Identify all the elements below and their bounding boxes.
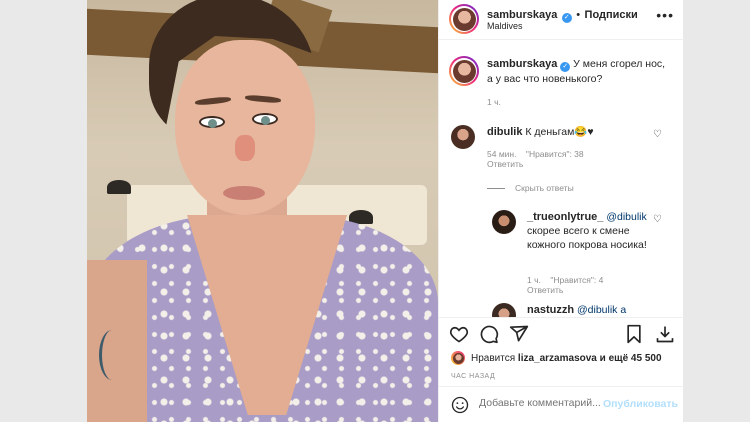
likes-line: Нравится liza_arzamasova и ещё 45 500 — [471, 353, 662, 364]
download-icon[interactable] — [655, 324, 675, 344]
reply-reply-button[interactable]: Ответить — [527, 285, 563, 295]
comment-likes[interactable]: "Нравится": 38 — [526, 149, 584, 159]
hide-replies-label: Скрыть ответы — [515, 183, 574, 193]
hide-replies-button[interactable]: Скрыть ответы — [487, 183, 574, 193]
photo-nose — [235, 135, 255, 161]
bookmark-icon[interactable] — [625, 324, 643, 344]
liker-username[interactable]: liza_arzamasova — [518, 353, 597, 364]
reply: _trueonlytrue_ @dibulik скорее всего к с… — [527, 210, 652, 252]
comment-time[interactable]: 54 мин. — [487, 149, 516, 159]
photo-lamp-left — [107, 180, 131, 194]
verified-icon: ✓ — [560, 62, 571, 72]
reply-avatar[interactable] — [492, 303, 516, 317]
post-header: samburskaya ✓ • Подписки Maldives ••• — [439, 0, 684, 40]
reply-username[interactable]: nastuzzh — [527, 304, 574, 316]
reply-text: скорее всего к смене кожного покрова нос… — [527, 225, 647, 251]
reply-mention[interactable]: @dibulik — [606, 211, 646, 223]
caption-avatar[interactable] — [449, 56, 479, 86]
reply-likes[interactable]: "Нравится": 4 — [550, 275, 603, 285]
reply-meta: 1 ч. "Нравится": 4 — [527, 275, 603, 285]
caption: samburskaya ✓ У меня сгорел нос, а у вас… — [487, 57, 672, 86]
share-icon[interactable] — [509, 324, 529, 344]
photo-eye-right — [252, 113, 278, 125]
comment-icon[interactable] — [479, 324, 499, 344]
caption-time[interactable]: 1 ч. — [487, 97, 501, 107]
instagram-post: samburskaya ✓ • Подписки Maldives ••• sa… — [87, 0, 684, 422]
post-timestamp[interactable]: ЧАС НАЗАД — [451, 373, 495, 380]
liker-avatar[interactable] — [451, 351, 465, 365]
post-side-panel: samburskaya ✓ • Подписки Maldives ••• sa… — [438, 0, 684, 422]
reply-like-heart-icon[interactable]: ♡ — [653, 214, 662, 225]
location-link[interactable]: Maldives — [487, 21, 523, 31]
likes-count[interactable]: и ещё 45 500 — [600, 353, 662, 364]
heart-icon[interactable] — [449, 324, 469, 344]
comments-list[interactable]: samburskaya ✓ У меня сгорел нос, а у вас… — [439, 41, 684, 317]
follow-button[interactable]: Подписки — [585, 9, 638, 21]
comment-avatar[interactable] — [451, 125, 475, 149]
reply-time[interactable]: 1 ч. — [527, 275, 541, 285]
reply: nastuzzh @dibulik а — [527, 303, 667, 317]
publish-button[interactable]: Опубликовать — [603, 398, 678, 410]
divider-line — [487, 188, 505, 190]
header-separator: • — [576, 9, 581, 21]
comment-like-heart-icon[interactable]: ♡ — [653, 129, 662, 140]
photo-eye-left — [199, 116, 225, 128]
photo-tattoo — [99, 330, 125, 380]
reply-mention[interactable]: @dibulik а — [577, 304, 626, 316]
comment: dibulik К деньгам😂♥ — [487, 125, 657, 139]
likes-prefix: Нравится — [471, 353, 516, 364]
post-photo[interactable] — [87, 0, 438, 422]
comment-username[interactable]: dibulik — [487, 126, 522, 138]
emoji-icon[interactable] — [451, 396, 469, 414]
reply-username[interactable]: _trueonlytrue_ — [527, 211, 603, 223]
reply-avatar[interactable] — [492, 210, 516, 234]
comment-input[interactable] — [479, 397, 609, 409]
comment-text: К деньгам😂♥ — [525, 126, 594, 138]
header-username[interactable]: samburskaya — [487, 9, 557, 21]
photo-lips — [223, 186, 265, 200]
comment-reply-button[interactable]: Ответить — [487, 159, 523, 169]
comment-meta: 54 мин. "Нравится": 38 — [487, 149, 584, 159]
post-actions: Нравится liza_arzamasova и ещё 45 500 ЧА… — [439, 317, 684, 385]
avatar[interactable] — [449, 4, 479, 34]
add-comment-bar: Опубликовать — [439, 386, 684, 422]
caption-username[interactable]: samburskaya — [487, 58, 557, 70]
verified-icon: ✓ — [561, 13, 572, 23]
more-icon[interactable]: ••• — [656, 7, 674, 23]
